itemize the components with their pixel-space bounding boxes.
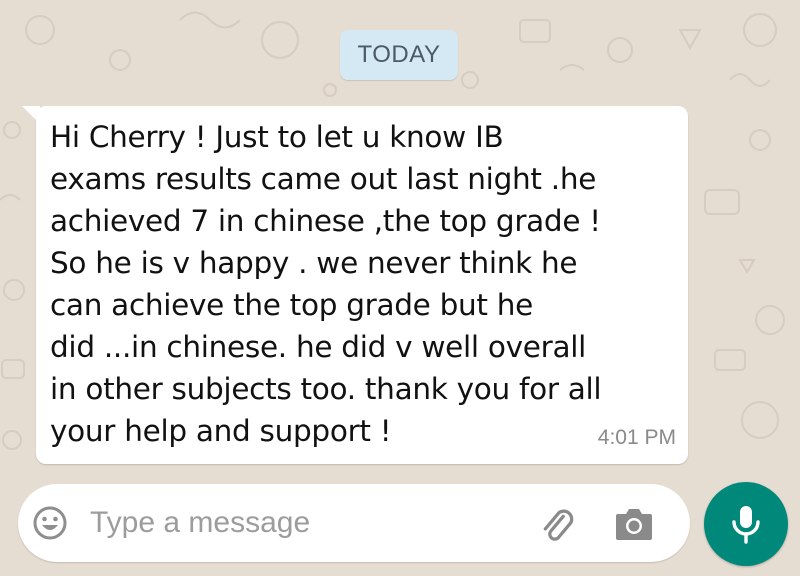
message-input[interactable] [90,498,490,548]
camera-icon[interactable] [614,505,654,543]
date-separator-label: TODAY [357,41,441,68]
message-composer [18,484,690,562]
message-text: Hi Cherry ! Just to let u know IB exams … [50,120,602,448]
incoming-message-bubble[interactable]: Hi Cherry ! Just to let u know IB exams … [36,106,688,464]
microphone-icon [732,506,760,544]
message-timestamp: 4:01 PM [597,426,676,449]
paperclip-icon[interactable] [534,503,578,547]
emoji-icon[interactable] [32,505,68,541]
voice-record-button[interactable] [704,482,788,566]
date-separator-chip: TODAY [340,30,458,80]
